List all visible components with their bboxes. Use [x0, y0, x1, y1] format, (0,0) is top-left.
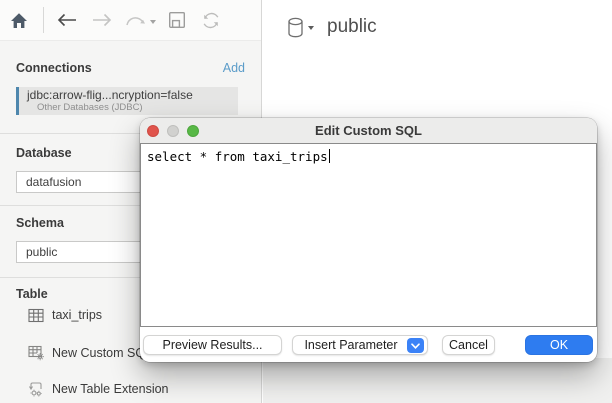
add-connection-link[interactable]: Add: [223, 61, 245, 75]
save-button[interactable]: [168, 11, 186, 29]
dialog-button-bar: Preview Results... Insert Parameter Canc…: [140, 327, 597, 362]
connection-item-selected[interactable]: jdbc:arrow-flig...ncryption=false Other …: [16, 87, 238, 115]
ok-button[interactable]: OK: [525, 335, 593, 355]
new-custom-sql-item[interactable]: New Custom SQL: [28, 344, 152, 362]
back-button[interactable]: [57, 13, 77, 27]
database-section-label: Database: [16, 146, 72, 160]
preview-results-button[interactable]: Preview Results...: [143, 335, 282, 355]
refresh-button[interactable]: [201, 11, 221, 30]
dialog-title: Edit Custom SQL: [140, 118, 597, 143]
connection-title: jdbc:arrow-flig...ncryption=false: [27, 89, 238, 102]
edit-custom-sql-dialog: Edit Custom SQL select * from taxi_trips…: [140, 118, 597, 362]
table-item-label: New Custom SQL: [52, 346, 152, 360]
insert-parameter-chevron-icon[interactable]: [407, 338, 424, 353]
cancel-button[interactable]: Cancel: [442, 335, 495, 355]
canvas-header: public: [287, 16, 377, 38]
new-table-extension-item[interactable]: New Table Extension: [28, 380, 169, 398]
connections-header: Connections Add: [16, 61, 245, 75]
save-icon: [168, 11, 186, 29]
insert-parameter-label: Insert Parameter: [304, 338, 397, 352]
redo-dropdown-caret-icon[interactable]: [150, 20, 156, 27]
sql-text: select * from taxi_trips: [147, 149, 328, 164]
new-custom-sql-icon: [28, 345, 44, 361]
home-button[interactable]: [10, 12, 28, 29]
database-cylinder-icon[interactable]: [287, 17, 304, 38]
zoom-traffic-light-icon[interactable]: [187, 125, 199, 137]
new-table-extension-icon: [28, 381, 44, 397]
back-arrow-icon: [57, 13, 77, 27]
dialog-titlebar[interactable]: Edit Custom SQL: [140, 118, 597, 143]
table-grid-icon: [28, 308, 44, 323]
insert-parameter-button[interactable]: Insert Parameter: [292, 335, 428, 355]
home-icon: [10, 12, 28, 29]
schema-section-label: Schema: [16, 216, 64, 230]
refresh-icon: [201, 11, 221, 30]
redo-button[interactable]: [124, 12, 146, 28]
minimize-traffic-light-icon[interactable]: [167, 125, 179, 137]
data-grid-area: [263, 358, 612, 403]
text-cursor: [329, 149, 330, 163]
connection-subtitle: Other Databases (JDBC): [37, 102, 238, 113]
forward-arrow-icon: [92, 13, 112, 27]
sql-editor-textarea[interactable]: select * from taxi_trips: [140, 143, 597, 327]
toolbar-divider: [43, 7, 44, 33]
table-section-label: Table: [16, 287, 48, 301]
table-item-label: New Table Extension: [52, 382, 169, 396]
table-item-taxi-trips[interactable]: taxi_trips: [28, 306, 102, 324]
schema-menu-caret-icon[interactable]: [308, 26, 314, 33]
canvas-schema-title: public: [327, 16, 377, 38]
close-traffic-light-icon[interactable]: [147, 125, 159, 137]
toolbar: [0, 0, 261, 41]
table-item-label: taxi_trips: [52, 308, 102, 322]
redo-icon: [124, 12, 146, 28]
forward-button[interactable]: [92, 13, 112, 27]
connections-label: Connections: [16, 61, 92, 75]
